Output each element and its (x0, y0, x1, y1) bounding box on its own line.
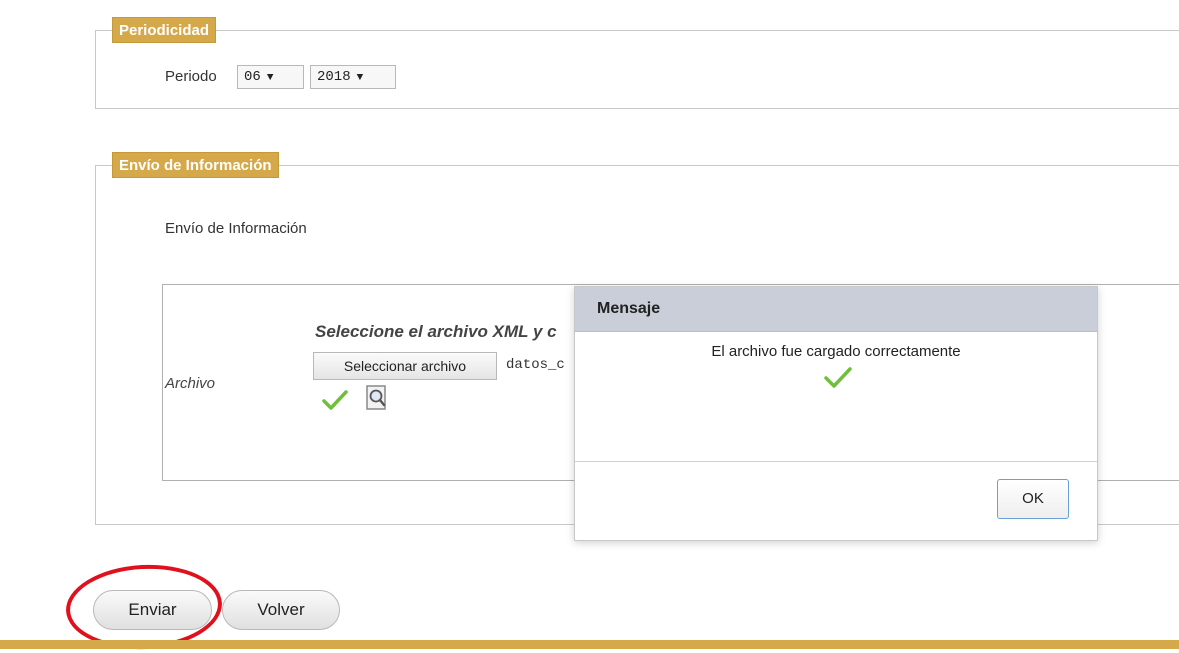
ok-button[interactable]: OK (997, 479, 1069, 519)
year-select[interactable]: 2018 ▼ (310, 65, 396, 89)
footer-bar (0, 640, 1179, 649)
checkmark-icon (322, 390, 348, 410)
archivo-label: Archivo (165, 375, 216, 392)
periodicidad-legend: Periodicidad (112, 17, 217, 43)
dialog-message: El archivo fue cargado correctamente (711, 343, 961, 360)
enviar-button[interactable]: Enviar (93, 590, 212, 630)
volver-button[interactable]: Volver (222, 590, 340, 630)
select-file-button[interactable]: Seleccionar archivo (313, 352, 497, 380)
magnifier-document-icon[interactable] (364, 384, 390, 412)
envio-legend: Envío de Información (112, 152, 279, 178)
month-select-value: 06 (244, 69, 261, 85)
file-name-text: datos_c (506, 357, 565, 373)
checkmark-icon (824, 367, 852, 388)
envio-description: Envío de Información (165, 220, 307, 237)
dialog-divider (575, 461, 1097, 462)
message-dialog: Mensaje El archivo fue cargado correctam… (574, 286, 1098, 541)
dropdown-arrow-icon: ▼ (266, 72, 274, 84)
dialog-title: Mensaje (575, 287, 1097, 332)
dropdown-arrow-icon: ▼ (356, 72, 364, 84)
month-select[interactable]: 06 ▼ (237, 65, 304, 89)
select-file-heading: Seleccione el archivo XML y c (315, 322, 557, 341)
year-select-value: 2018 (317, 69, 351, 85)
periodo-label: Periodo (165, 68, 217, 85)
